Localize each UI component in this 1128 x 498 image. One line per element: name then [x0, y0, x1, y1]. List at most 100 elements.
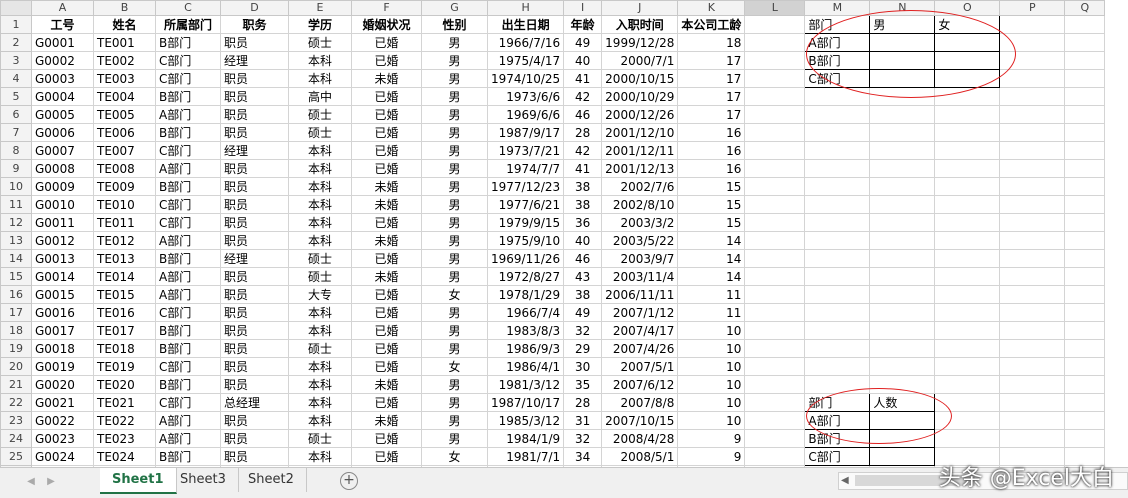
row-header[interactable]: 21: [0, 375, 32, 394]
summary-cell[interactable]: B部门: [804, 429, 871, 448]
empty-cell[interactable]: [744, 87, 806, 106]
data-cell[interactable]: 已婚: [351, 105, 422, 124]
empty-cell[interactable]: [934, 339, 1001, 358]
empty-cell[interactable]: [1064, 285, 1106, 304]
data-cell[interactable]: A部门: [155, 159, 221, 178]
data-cell[interactable]: 本科: [288, 393, 352, 412]
summary-cell[interactable]: C部门: [804, 447, 871, 466]
empty-cell[interactable]: [1064, 339, 1106, 358]
row-header[interactable]: 6: [0, 105, 32, 124]
data-cell[interactable]: 11: [677, 303, 746, 322]
data-cell[interactable]: 32: [563, 321, 603, 340]
data-cell[interactable]: 1975/9/10: [486, 231, 565, 250]
data-cell[interactable]: 1969/6/6: [486, 105, 565, 124]
data-cell[interactable]: G0017: [31, 321, 94, 340]
data-cell[interactable]: 38: [563, 177, 603, 196]
data-cell[interactable]: 职员: [220, 321, 289, 340]
data-cell[interactable]: 2000/7/1: [601, 51, 679, 70]
empty-cell[interactable]: [744, 339, 806, 358]
data-cell[interactable]: TE020: [93, 375, 156, 394]
data-cell[interactable]: 已婚: [351, 249, 422, 268]
data-cell[interactable]: 14: [677, 249, 746, 268]
empty-cell[interactable]: [999, 303, 1066, 322]
empty-cell[interactable]: [999, 33, 1066, 52]
data-cell[interactable]: 2007/6/12: [601, 375, 679, 394]
row-header[interactable]: 12: [0, 213, 32, 232]
data-cell[interactable]: C部门: [155, 69, 221, 88]
data-cell[interactable]: 男: [421, 411, 488, 430]
data-cell[interactable]: 硕士: [288, 267, 352, 286]
empty-cell[interactable]: [1064, 429, 1106, 448]
sheet-tab-sheet2[interactable]: Sheet2: [236, 468, 307, 492]
data-cell[interactable]: 总经理: [220, 393, 289, 412]
data-cell[interactable]: 本科: [288, 357, 352, 376]
empty-cell[interactable]: [804, 267, 871, 286]
empty-cell[interactable]: [999, 69, 1066, 88]
data-cell[interactable]: G0002: [31, 51, 94, 70]
data-cell[interactable]: 男: [421, 33, 488, 52]
empty-cell[interactable]: [744, 375, 806, 394]
data-cell[interactable]: 职员: [220, 267, 289, 286]
data-cell[interactable]: 本科: [288, 177, 352, 196]
column-header-l[interactable]: L: [744, 0, 806, 16]
data-cell[interactable]: 已婚: [351, 447, 422, 466]
worksheet-table[interactable]: A B C D E F G H I J K L M N O P Q 1 工号 姓名 所属部门 职务 学历 婚姻状况 性别 出生日期…: [0, 0, 1106, 467]
data-cell[interactable]: TE021: [93, 393, 156, 412]
header-cell[interactable]: 学历: [288, 15, 352, 34]
row-header[interactable]: 19: [0, 339, 32, 358]
empty-cell[interactable]: [869, 321, 936, 340]
empty-cell[interactable]: [1064, 231, 1106, 250]
data-cell[interactable]: G0012: [31, 231, 94, 250]
empty-cell[interactable]: [869, 339, 936, 358]
empty-cell[interactable]: [934, 321, 1001, 340]
row-header[interactable]: 8: [0, 141, 32, 160]
empty-cell[interactable]: [934, 159, 1001, 178]
empty-cell[interactable]: [744, 447, 806, 466]
empty-cell[interactable]: [1064, 87, 1106, 106]
row-header[interactable]: 7: [0, 123, 32, 142]
header-cell[interactable]: 所属部门: [155, 15, 221, 34]
row-header[interactable]: 25: [0, 447, 32, 466]
data-cell[interactable]: 已婚: [351, 33, 422, 52]
column-header-k[interactable]: K: [677, 0, 746, 16]
data-cell[interactable]: G0014: [31, 267, 94, 286]
empty-cell[interactable]: [869, 141, 936, 160]
data-cell[interactable]: TE022: [93, 411, 156, 430]
header-cell[interactable]: 出生日期: [486, 15, 565, 34]
empty-cell[interactable]: [999, 123, 1066, 142]
data-cell[interactable]: 职员: [220, 447, 289, 466]
empty-cell[interactable]: [999, 213, 1066, 232]
data-cell[interactable]: TE024: [93, 447, 156, 466]
data-cell[interactable]: TE002: [93, 51, 156, 70]
data-cell[interactable]: 30: [563, 357, 603, 376]
data-cell[interactable]: B部门: [155, 375, 221, 394]
data-cell[interactable]: 已婚: [351, 51, 422, 70]
data-cell[interactable]: 硕士: [288, 123, 352, 142]
data-cell[interactable]: 硕士: [288, 249, 352, 268]
data-cell[interactable]: 1985/3/12: [486, 411, 565, 430]
data-cell[interactable]: 9: [677, 429, 746, 448]
data-cell[interactable]: 男: [421, 339, 488, 358]
data-cell[interactable]: C部门: [155, 195, 221, 214]
header-cell[interactable]: 性别: [421, 15, 488, 34]
column-header-b[interactable]: B: [93, 0, 156, 16]
empty-cell[interactable]: [934, 357, 1001, 376]
empty-cell[interactable]: [999, 195, 1066, 214]
column-header-p[interactable]: P: [999, 0, 1066, 16]
data-cell[interactable]: 1981/3/12: [486, 375, 565, 394]
data-cell[interactable]: TE001: [93, 33, 156, 52]
empty-cell[interactable]: [804, 321, 871, 340]
data-cell[interactable]: 49: [563, 33, 603, 52]
data-cell[interactable]: 15: [677, 177, 746, 196]
data-cell[interactable]: 职员: [220, 195, 289, 214]
empty-cell[interactable]: [934, 213, 1001, 232]
data-cell[interactable]: 1986/9/3: [486, 339, 565, 358]
data-cell[interactable]: C部门: [155, 141, 221, 160]
data-cell[interactable]: 男: [421, 69, 488, 88]
summary-cell[interactable]: 人数: [869, 393, 936, 412]
row-header[interactable]: 22: [0, 393, 32, 412]
empty-cell[interactable]: [869, 177, 936, 196]
empty-cell[interactable]: [999, 105, 1066, 124]
data-cell[interactable]: 1973/7/21: [486, 141, 565, 160]
empty-cell[interactable]: [999, 375, 1066, 394]
